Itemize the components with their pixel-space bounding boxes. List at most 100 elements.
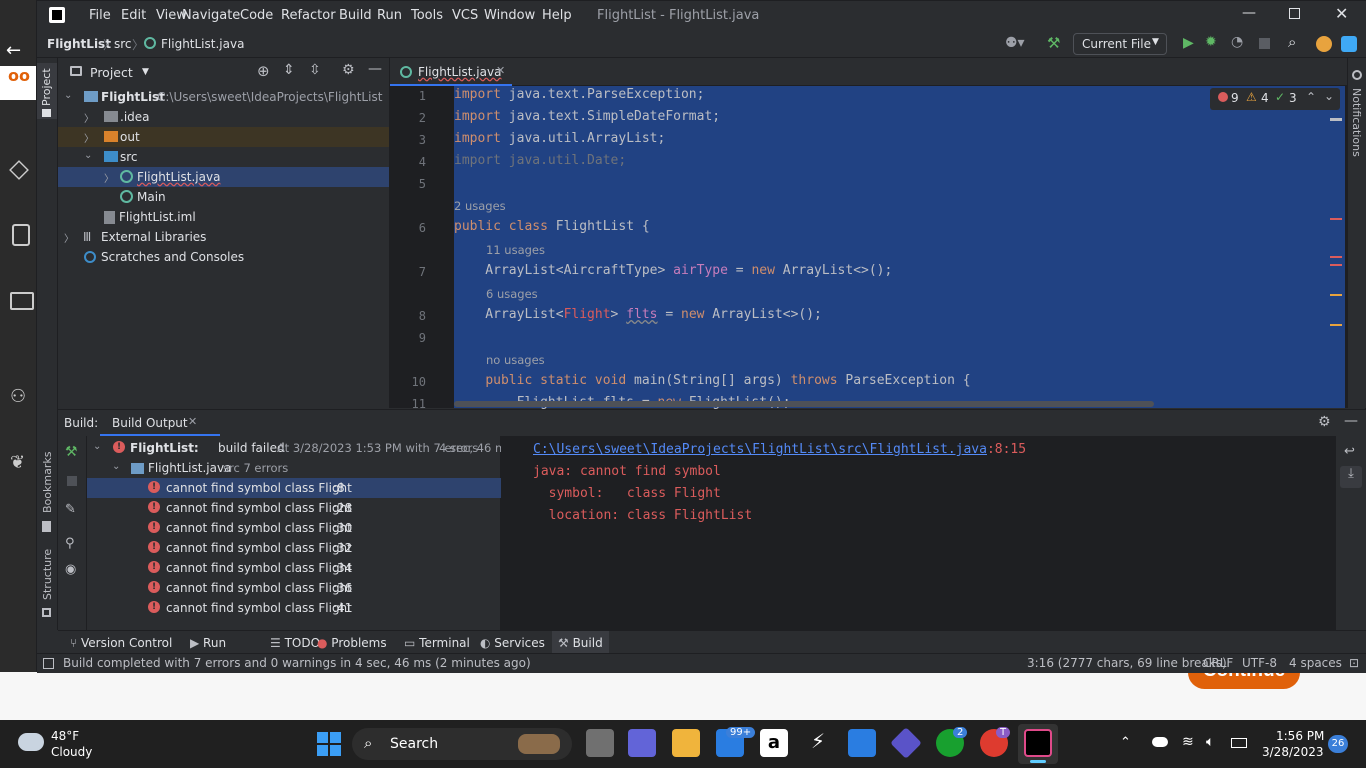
breadcrumb-project[interactable]: FlightList — [47, 37, 111, 51]
clock-time[interactable]: 1:56 PM — [1276, 729, 1324, 743]
menu-code[interactable]: Code — [240, 8, 273, 23]
status-message[interactable]: Build completed with 7 errors and 0 warn… — [63, 656, 531, 670]
build-error-row[interactable]: ! cannot find symbol class Flight:32 — [87, 538, 501, 558]
menu-tools[interactable]: Tools — [411, 8, 443, 23]
tool-tab-services[interactable]: ◐ Services — [480, 636, 545, 650]
intellij-icon[interactable] — [1024, 729, 1052, 757]
back-arrow-icon[interactable]: ← — [6, 40, 30, 64]
pin-icon[interactable]: ⚲ — [65, 536, 75, 551]
build-error-row[interactable]: ! cannot find symbol class Flight:41 — [87, 598, 501, 618]
amazon-icon[interactable]: a — [760, 729, 788, 757]
folder-icon[interactable] — [10, 292, 34, 310]
weather-condition[interactable]: Cloudy — [51, 745, 92, 759]
build-hammer-icon[interactable]: ⚒ — [1047, 34, 1060, 52]
caret-position[interactable]: 3:16 (2777 chars, 69 line breaks) — [1027, 656, 1227, 670]
tool-tab-version-control[interactable]: ⑂ Version Control — [70, 636, 172, 650]
menu-edit[interactable]: Edit — [121, 8, 146, 23]
horizontal-scrollbar[interactable] — [454, 401, 1154, 407]
code-line[interactable]: ArrayList<Flight> flts = new ArrayList<>… — [454, 307, 822, 322]
next-problem-icon[interactable]: ⌄ — [1324, 89, 1334, 103]
volume-icon[interactable]: 🔈︎ — [1206, 734, 1214, 750]
structure-tool-label[interactable]: Structure — [41, 549, 54, 600]
clock-date[interactable]: 3/28/2023 — [1262, 745, 1324, 759]
onedrive-icon[interactable] — [1152, 737, 1168, 747]
close-tab-icon[interactable]: ✕ — [188, 415, 197, 428]
breadcrumb-file[interactable]: FlightList.java — [161, 37, 244, 51]
tree-row-src[interactable]: ⌄ src — [58, 147, 389, 167]
wifi-icon[interactable]: ≋ — [1182, 734, 1194, 750]
bell-icon[interactable] — [1352, 70, 1362, 80]
tree-row-external-libraries[interactable]: 〉 Ⅲ External Libraries — [58, 227, 389, 247]
chevron-down-icon[interactable]: ▼ — [142, 67, 149, 77]
gear-icon[interactable]: ⚙ — [1318, 414, 1331, 430]
eye-icon[interactable]: ◉ — [65, 562, 76, 577]
usages-hint[interactable]: 2 usages — [454, 199, 506, 213]
usages-hint[interactable]: no usages — [486, 353, 545, 367]
menu-refactor[interactable]: Refactor — [281, 8, 336, 23]
minimize-button[interactable]: — — [1242, 5, 1256, 21]
tree-row-idea[interactable]: 〉 .idea — [58, 107, 389, 127]
menu-file[interactable]: File — [89, 8, 111, 23]
tool-tab-todo[interactable]: ☰ TODO — [270, 636, 320, 650]
build-error-row[interactable]: ! cannot find symbol class Flight:8 — [87, 478, 501, 498]
start-button[interactable] — [317, 732, 341, 756]
collapse-all-icon[interactable]: ⇳ — [309, 62, 321, 78]
debug-icon[interactable]: ✹ — [1205, 34, 1217, 50]
weather-temp[interactable]: 48°F — [51, 729, 79, 743]
line-separator[interactable]: CRLF — [1203, 656, 1233, 670]
locate-icon[interactable]: ⊕ — [257, 62, 270, 80]
teams-icon[interactable] — [628, 729, 656, 757]
expand-all-icon[interactable]: ⇕ — [283, 62, 295, 78]
notifications-tool-label[interactable]: Notifications — [1350, 88, 1363, 157]
tool-tab-terminal[interactable]: ▭ Terminal — [404, 636, 470, 650]
tool-tab-run[interactable]: ▶ Run — [190, 636, 226, 650]
file-explorer-icon[interactable] — [672, 729, 700, 757]
gear-icon[interactable]: ⚙ — [342, 62, 355, 78]
console-error-location[interactable]: C:\Users\sweet\IdeaProjects\FlightList\s… — [533, 442, 1026, 457]
run-config-select[interactable]: Current File ▼ — [1073, 33, 1167, 55]
code-line[interactable]: import java.util.ArrayList; — [454, 131, 665, 146]
close-tab-icon[interactable]: ✕ — [496, 64, 505, 77]
battery-icon[interactable] — [1231, 738, 1247, 748]
tree-row-scratches[interactable]: Scratches and Consoles — [58, 247, 389, 267]
scroll-to-end-icon[interactable]: ⤓ — [1340, 466, 1362, 488]
notification-count[interactable]: 26 — [1328, 735, 1348, 753]
code-line[interactable]: public class FlightList { — [454, 219, 650, 234]
wrench-icon[interactable]: ✎ — [65, 502, 76, 517]
task-view-icon[interactable] — [586, 729, 614, 757]
app-icon[interactable]: ⚡ — [804, 729, 832, 757]
indent-setting[interactable]: 4 spaces — [1289, 656, 1342, 670]
store-icon[interactable] — [848, 729, 876, 757]
menu-window[interactable]: Window — [484, 8, 535, 23]
search-icon[interactable]: ⌕ — [1288, 33, 1296, 51]
inspection-widget[interactable]: 9 ⚠ 4 ✓ 3 ⌃ ⌄ — [1210, 88, 1340, 110]
lock-icon[interactable]: ⊡ — [1349, 656, 1359, 670]
build-hammer-icon[interactable]: ⚒ — [65, 444, 78, 460]
build-error-row[interactable]: ! cannot find symbol class Flight:28 — [87, 498, 501, 518]
code-line[interactable]: import java.util.Date; — [454, 153, 626, 168]
tool-tab-problems[interactable]: ● Problems — [317, 636, 387, 650]
stop-icon[interactable] — [67, 476, 77, 486]
weather-icon[interactable] — [18, 733, 44, 751]
update-icon[interactable] — [1316, 36, 1332, 52]
run-icon[interactable]: ▶ — [1183, 35, 1194, 51]
previous-problem-icon[interactable]: ⌃ — [1306, 90, 1316, 104]
document-icon[interactable] — [12, 224, 30, 246]
maximize-button[interactable] — [1289, 8, 1300, 19]
breadcrumb-folder[interactable]: src — [114, 37, 132, 51]
close-button[interactable]: ✕ — [1335, 4, 1348, 23]
chevron-up-icon[interactable]: ⌃ — [1120, 735, 1131, 750]
code-line[interactable]: import java.text.ParseException; — [454, 87, 704, 102]
code-line[interactable]: import java.text.SimpleDateFormat; — [454, 109, 720, 124]
build-error-row[interactable]: ! cannot find symbol class Flight:36 — [87, 578, 501, 598]
editor-tab-flightlist[interactable]: FlightList.java ✕ — [390, 58, 512, 86]
hide-panel-icon[interactable]: — — [1344, 413, 1358, 429]
user-icon[interactable]: ⚉▾ — [1005, 35, 1025, 51]
tree-row-out[interactable]: 〉 out — [58, 127, 389, 147]
menu-vcs[interactable]: VCS — [452, 8, 478, 23]
tree-row-iml[interactable]: FlightList.iml — [58, 207, 389, 227]
build-error-row[interactable]: ! cannot find symbol class Flight:34 — [87, 558, 501, 578]
hide-panel-icon[interactable]: — — [368, 61, 382, 77]
plugin-icon[interactable] — [1341, 36, 1357, 52]
code-line[interactable]: ArrayList<AircraftType> airType = new Ar… — [454, 263, 892, 278]
